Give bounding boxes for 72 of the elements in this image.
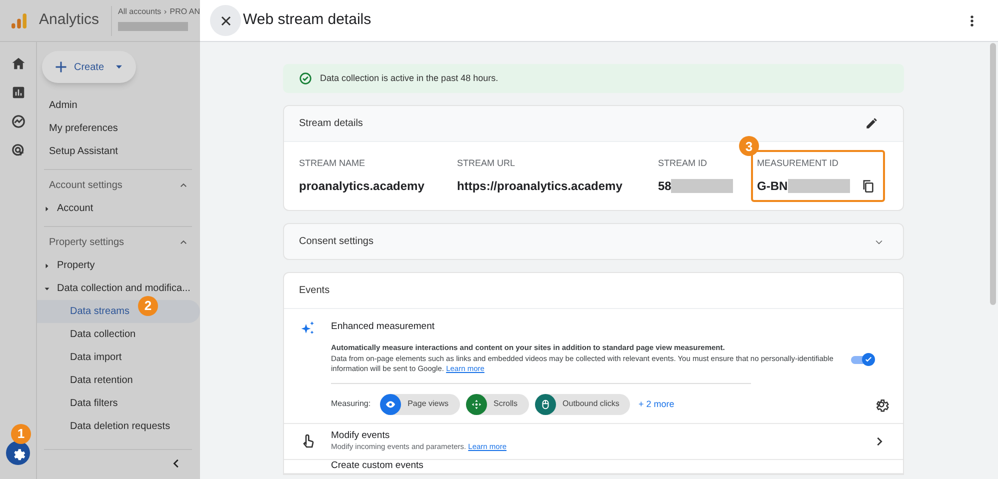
chevron-up-icon — [179, 181, 188, 190]
redaction-block — [671, 178, 734, 193]
panel-title: Consent settings — [299, 235, 374, 249]
chevron-right-icon[interactable] — [874, 436, 885, 447]
copy-icon[interactable] — [861, 178, 875, 193]
caret-right-icon — [44, 262, 50, 268]
caret-down-icon — [44, 286, 50, 292]
field-value: G-BN — [757, 178, 788, 195]
plus-icon — [54, 60, 68, 74]
sparkle-icon — [300, 320, 316, 336]
nav-item[interactable]: Data filters — [37, 392, 200, 415]
field-value: 58 — [658, 178, 672, 195]
more-link[interactable]: + 2 more — [638, 398, 674, 411]
nav-item[interactable]: Data import — [37, 346, 200, 369]
touch-hand-icon — [300, 433, 316, 450]
create-button[interactable]: Create — [42, 51, 136, 83]
mouse-icon — [540, 398, 551, 410]
caret-right-icon — [44, 206, 50, 212]
home-icon[interactable] — [10, 56, 26, 71]
nav-item[interactable]: Data collection — [37, 323, 200, 346]
close-button[interactable] — [210, 5, 241, 36]
field-label: STREAM NAME — [299, 157, 366, 170]
row-title: Modify events — [331, 430, 391, 442]
redaction-block — [118, 22, 188, 30]
target-cursor-icon[interactable] — [10, 143, 26, 158]
redaction-block — [788, 178, 850, 193]
list-row[interactable]: Create custom events — [284, 460, 903, 474]
measuring-label: Measuring: — [331, 398, 371, 410]
tree-item[interactable]: Property — [37, 254, 200, 277]
nav-item[interactable]: My preferences — [37, 117, 200, 140]
check-circle-icon — [299, 72, 312, 85]
move-arrows-icon — [470, 398, 482, 410]
tree-item[interactable]: Account — [37, 197, 200, 220]
scrollbar-thumb[interactable] — [990, 43, 996, 305]
status-message: Data collection is active in the past 48 hours. — [320, 72, 498, 85]
trend-circle-icon[interactable] — [10, 114, 26, 129]
app-name: Analytics — [39, 10, 100, 30]
close-icon — [220, 14, 232, 26]
nav-item[interactable]: Setup Assistant — [37, 140, 200, 163]
card-title: Stream details — [299, 117, 363, 131]
check-icon — [864, 354, 873, 364]
breadcrumb-link[interactable]: All accounts — [118, 6, 162, 18]
section-title: Enhanced measurement — [331, 320, 436, 334]
chevron-up-icon — [179, 238, 188, 247]
nav-item[interactable]: Data deletion requests — [37, 415, 200, 438]
breadcrumb-link[interactable]: PRO AN — [170, 6, 200, 18]
field-label: MEASUREMENT ID — [757, 157, 840, 170]
field-value: proanalytics.academy — [299, 178, 424, 195]
nav-item[interactable]: Data retention — [37, 369, 200, 392]
drawer-title: Web stream details — [243, 10, 372, 30]
chevron-right-icon — [163, 8, 168, 16]
step-marker: 3 — [739, 136, 759, 156]
section-header[interactable]: Property settings — [37, 231, 200, 254]
section-header[interactable]: Account settings — [37, 174, 200, 197]
toggle-switch[interactable] — [851, 352, 875, 366]
eye-icon — [384, 398, 396, 410]
field-label: STREAM URL — [457, 157, 516, 170]
edit-icon[interactable] — [865, 117, 878, 130]
bar-chart-icon[interactable] — [10, 85, 26, 100]
event-chip[interactable]: Outbound clicks — [534, 394, 630, 415]
consent-panel[interactable]: Consent settings — [283, 223, 904, 260]
field-label: STREAM ID — [658, 157, 708, 170]
step-marker: 1 — [11, 424, 31, 444]
step-marker: 2 — [138, 296, 158, 316]
settings-icon[interactable] — [874, 396, 889, 412]
event-chip[interactable]: Scrolls — [466, 394, 529, 415]
field-value: https://proanalytics.academy — [457, 178, 622, 195]
card-title: Events — [284, 273, 903, 309]
event-chip[interactable]: Page views — [380, 394, 460, 415]
row-title: Create custom events — [331, 460, 424, 471]
nav-item[interactable]: Admin — [37, 94, 200, 117]
settings-button[interactable] — [6, 441, 30, 465]
